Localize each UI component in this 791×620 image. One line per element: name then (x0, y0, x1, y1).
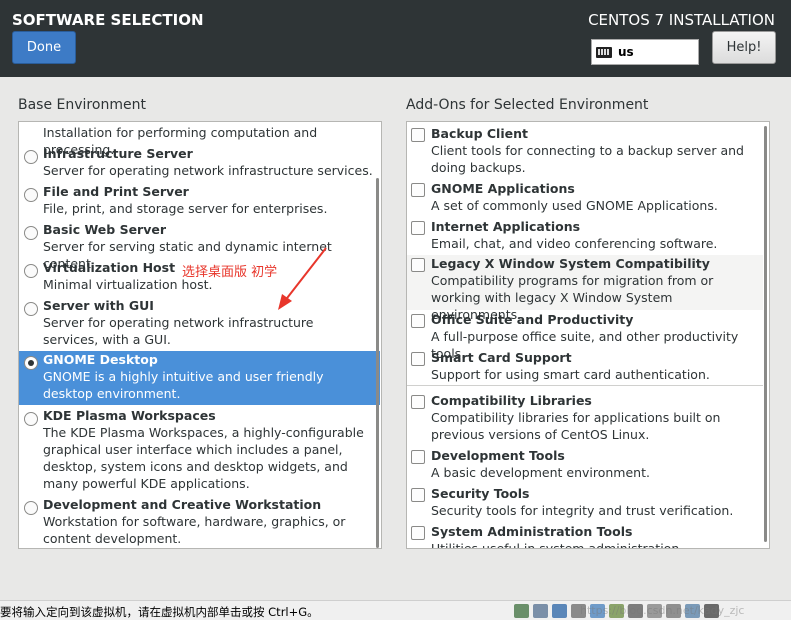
base-env-scrollbar[interactable] (376, 178, 379, 548)
env-item-dev-creative-workstation[interactable]: Development and Creative Workstation Wor… (19, 496, 349, 547)
addon-item-name: Legacy X Window System Compatibility (431, 256, 710, 271)
addon-item-desc: A basic development environment. (431, 465, 650, 480)
addon-item-security-tools[interactable]: Security Tools Security tools for integr… (407, 485, 763, 519)
env-item-name: Development and Creative Workstation (43, 497, 322, 512)
env-item-name: KDE Plasma Workspaces (43, 408, 216, 423)
radio-button[interactable] (24, 264, 38, 278)
env-item-kde-plasma[interactable]: KDE Plasma Workspaces The KDE Plasma Wor… (19, 407, 375, 492)
env-item-file-print-server[interactable]: File and Print Server File, print, and s… (19, 183, 379, 217)
checkbox[interactable] (411, 352, 425, 366)
addon-item-smart-card-support[interactable]: Smart Card Support Support for using sma… (407, 349, 763, 383)
radio-button[interactable] (24, 501, 38, 515)
checkbox[interactable] (411, 314, 425, 328)
radio-button[interactable] (24, 226, 38, 240)
addon-item-name: Backup Client (431, 126, 528, 141)
env-item-name: GNOME Desktop (43, 352, 158, 367)
addon-item-name: Internet Applications (431, 219, 581, 234)
radio-button[interactable] (24, 188, 38, 202)
addons-heading: Add-Ons for Selected Environment (406, 97, 649, 113)
addon-item-desc: Security tools for integrity and trust v… (431, 503, 734, 518)
checkbox[interactable] (411, 526, 425, 540)
addon-item-desc: Email, chat, and video conferencing soft… (431, 236, 718, 251)
addon-item-name: System Administration Tools (431, 524, 633, 539)
addon-item-name: Security Tools (431, 486, 530, 501)
addon-item-desc: Utilities useful in system administratio… (431, 541, 684, 549)
addon-item-desc: Support for using smart card authenticat… (431, 367, 710, 382)
addon-item-legacy-x-window[interactable]: Legacy X Window System Compatibility Com… (407, 255, 763, 322)
header-bar: SOFTWARE SELECTION CENTOS 7 INSTALLATION… (0, 0, 791, 77)
base-environment-list[interactable]: Installation for performing computation … (18, 121, 382, 549)
annotation-label: 选择桌面版 初学 (182, 265, 278, 280)
addon-item-desc: A set of commonly used GNOME Application… (431, 198, 718, 213)
vm-input-hint: 要将输入定向到该虚拟机，请在虚拟机内部单击或按 Ctrl+G。 (0, 605, 319, 619)
keyboard-layout-label: us (618, 45, 634, 59)
hard-disk-icon[interactable] (514, 604, 529, 618)
addon-item-desc: Client tools for connecting to a backup … (431, 143, 744, 175)
env-item-gnome-desktop[interactable]: GNOME Desktop GNOME is a highly intuitiv… (19, 351, 380, 405)
watermark-text: https://blog.csdn.net/kady_zjc (580, 604, 745, 617)
env-item-desc: GNOME is a highly intuitive and user fri… (43, 369, 324, 401)
addon-item-name: Compatibility Libraries (431, 393, 592, 408)
addon-item-name: Office Suite and Productivity (431, 312, 634, 327)
addon-item-name: GNOME Applications (431, 181, 575, 196)
checkbox[interactable] (411, 395, 425, 409)
annotation-arrow-icon (278, 247, 327, 310)
env-item-desc: Server for operating network infrastruct… (43, 163, 373, 178)
addon-item-internet-applications[interactable]: Internet Applications Email, chat, and v… (407, 218, 763, 252)
radio-button-selected[interactable] (24, 356, 38, 370)
base-environment-heading: Base Environment (18, 97, 146, 113)
checkbox[interactable] (411, 183, 425, 197)
addons-list[interactable]: Backup Client Client tools for connectin… (406, 121, 770, 549)
cd-drive-icon[interactable] (533, 604, 548, 618)
checkbox[interactable] (411, 221, 425, 235)
checkbox[interactable] (411, 258, 425, 272)
addon-item-desc: Compatibility libraries for applications… (431, 410, 721, 442)
addons-scrollbar[interactable] (764, 126, 767, 542)
checkbox[interactable] (411, 128, 425, 142)
checkbox[interactable] (411, 488, 425, 502)
vm-status-bar: 要将输入定向到该虚拟机，请在虚拟机内部单击或按 Ctrl+G。 https://… (0, 600, 791, 620)
radio-button[interactable] (24, 302, 38, 316)
env-item-name: Infrastructure Server (43, 146, 193, 161)
env-item-desc: Server for operating network infrastruct… (43, 315, 314, 347)
addon-item-development-tools[interactable]: Development Tools A basic development en… (407, 447, 763, 481)
env-item-desc: The KDE Plasma Workspaces, a highly-conf… (43, 425, 364, 491)
addon-item-gnome-applications[interactable]: GNOME Applications A set of commonly use… (407, 180, 763, 214)
help-button[interactable]: Help! (712, 31, 776, 64)
network-icon[interactable] (552, 604, 567, 618)
installer-title: CENTOS 7 INSTALLATION (588, 11, 775, 29)
addon-item-backup-client[interactable]: Backup Client Client tools for connectin… (407, 125, 763, 176)
radio-button[interactable] (24, 412, 38, 426)
addon-item-name: Smart Card Support (431, 350, 572, 365)
env-item-name: File and Print Server (43, 184, 189, 199)
env-item-name: Basic Web Server (43, 222, 167, 237)
addon-item-compatibility-libraries[interactable]: Compatibility Libraries Compatibility li… (407, 392, 763, 443)
done-button[interactable]: Done (12, 31, 76, 64)
env-item-desc: File, print, and storage server for ente… (43, 201, 328, 216)
addon-item-system-admin-tools[interactable]: System Administration Tools Utilities us… (407, 523, 763, 549)
checkbox[interactable] (411, 450, 425, 464)
keyboard-layout-indicator[interactable]: us (591, 39, 699, 65)
env-item-infrastructure-server[interactable]: Infrastructure Server Server for operati… (19, 145, 379, 179)
addons-divider (407, 385, 763, 386)
keyboard-icon (596, 46, 612, 58)
env-item-desc: Workstation for software, hardware, grap… (43, 514, 346, 546)
page-title: SOFTWARE SELECTION (12, 11, 204, 29)
radio-button[interactable] (24, 150, 38, 164)
addon-item-name: Development Tools (431, 448, 565, 463)
